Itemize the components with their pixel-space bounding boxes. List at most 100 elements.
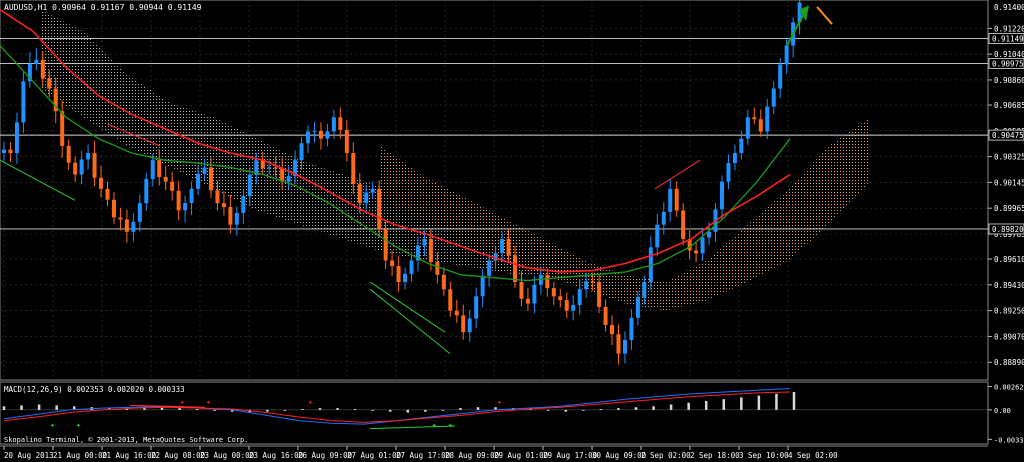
time-tick-label: 27 Aug 01:00 xyxy=(347,451,402,460)
candle-body xyxy=(228,207,233,225)
price-tick-label: 0.90325 xyxy=(994,153,1024,162)
candle-body xyxy=(461,315,466,333)
candle-body xyxy=(189,188,194,204)
time-tick-label: 28 Aug 09:00 xyxy=(445,451,500,460)
candle-body xyxy=(551,288,556,297)
candle-body xyxy=(247,174,252,197)
candle-body xyxy=(99,177,104,189)
candle-body xyxy=(280,168,285,182)
time-tick-label: 22 Aug 08:00 xyxy=(151,451,206,460)
candle-body xyxy=(383,228,388,261)
candle-body xyxy=(771,88,776,107)
candle-body xyxy=(577,289,582,306)
candle-body xyxy=(377,188,382,229)
candle-body xyxy=(584,281,589,290)
candle-body xyxy=(144,179,149,204)
price-tick-label: 0.90860 xyxy=(994,76,1024,85)
macd-marker: ✦ xyxy=(206,398,211,407)
candle-body xyxy=(364,192,369,204)
price-tick-label: 0.89250 xyxy=(994,307,1024,316)
candle-body xyxy=(150,160,155,180)
macd-tick-label: -0.003305 xyxy=(994,436,1024,444)
price-tick-label: 0.90145 xyxy=(994,178,1024,187)
candle-body xyxy=(390,260,395,267)
time-tick-label: 2 Sep 18:00 xyxy=(690,451,740,460)
candle-body xyxy=(564,300,569,311)
candle-body xyxy=(8,149,13,154)
candle-body xyxy=(60,111,65,146)
time-tick-label: 23 Aug 00:00 xyxy=(200,451,255,460)
candle-body xyxy=(344,129,349,154)
candle-body xyxy=(590,281,595,283)
candle-body xyxy=(700,237,705,254)
candle-body xyxy=(745,117,750,139)
candle-body xyxy=(318,130,323,139)
candle-body xyxy=(21,81,26,123)
candle-body xyxy=(480,275,485,297)
candle-body xyxy=(312,130,317,132)
macd-marker: ✦ xyxy=(448,421,453,430)
candle-body xyxy=(454,310,459,316)
price-tick-label: 0.89070 xyxy=(994,332,1024,341)
candle-body xyxy=(105,188,110,200)
candle-body xyxy=(396,266,401,282)
trading-chart[interactable]: AUDUSD,H1 0.90964 0.91167 0.90944 0.9114… xyxy=(0,0,1024,462)
price-level-label: 0.90475 xyxy=(992,131,1024,140)
copyright-text: Skopalino Terminal, © 2001-2013, MetaQuo… xyxy=(4,436,248,444)
candle-body xyxy=(642,281,647,298)
candle-body xyxy=(267,167,272,169)
candle-body xyxy=(299,143,304,161)
candle-body xyxy=(34,59,39,64)
price-level-label: 0.89820 xyxy=(992,225,1024,234)
candle-body xyxy=(73,162,78,175)
candle-body xyxy=(92,153,97,178)
candle-body xyxy=(163,176,168,182)
candle-body xyxy=(357,184,362,204)
candle-body xyxy=(215,190,220,204)
candle-body xyxy=(474,296,479,319)
candle-body xyxy=(778,64,783,89)
time-tick-label: 3 Sep 10:00 xyxy=(739,451,789,460)
candle-body xyxy=(512,255,517,282)
candle-body xyxy=(435,262,440,275)
price-level-label: 0.91149 xyxy=(992,35,1024,44)
macd-tick-label: 0.002622 xyxy=(994,383,1024,391)
candle-body xyxy=(273,167,278,169)
price-tick-label: 0.88890 xyxy=(994,358,1024,367)
candle-body xyxy=(758,119,763,132)
candle-body xyxy=(79,159,84,175)
candle-body xyxy=(176,190,181,211)
candle-body xyxy=(525,298,530,304)
price-tick-label: 0.91220 xyxy=(994,24,1024,33)
candle-body xyxy=(157,160,162,177)
candle-body xyxy=(47,78,52,89)
candle-body xyxy=(66,145,71,163)
candle-body xyxy=(221,203,226,208)
candle-body xyxy=(131,221,136,232)
candle-body xyxy=(467,318,472,333)
candle-body xyxy=(2,149,6,154)
time-tick-label: 30 Aug 09:00 xyxy=(592,451,647,460)
candle-body xyxy=(183,203,188,211)
macd-marker: ✦ xyxy=(432,421,437,430)
candle-body xyxy=(370,188,375,193)
price-top-label: 0.91400 xyxy=(994,3,1024,12)
candle-body xyxy=(784,45,789,65)
candle-body xyxy=(655,224,660,248)
time-tick-label: 26 Aug 09:00 xyxy=(298,451,353,460)
candle-body xyxy=(739,138,744,154)
macd-title: MACD(12,26,9) 0.002353 0.002020 0.000333 xyxy=(4,385,185,394)
candle-body xyxy=(338,117,343,130)
macd-marker: ✦ xyxy=(497,398,502,407)
candle-body xyxy=(306,131,311,144)
time-tick-label: 21 Aug 00:00 xyxy=(53,451,108,460)
candle-body xyxy=(616,334,621,354)
candle-body xyxy=(441,274,446,290)
candle-body xyxy=(403,273,408,282)
macd-tick-label: 0.00 xyxy=(994,407,1011,415)
candle-body xyxy=(726,163,731,182)
candle-body xyxy=(428,239,433,263)
candle-body xyxy=(571,305,576,311)
candle-body xyxy=(603,306,608,325)
candle-body xyxy=(137,203,142,222)
